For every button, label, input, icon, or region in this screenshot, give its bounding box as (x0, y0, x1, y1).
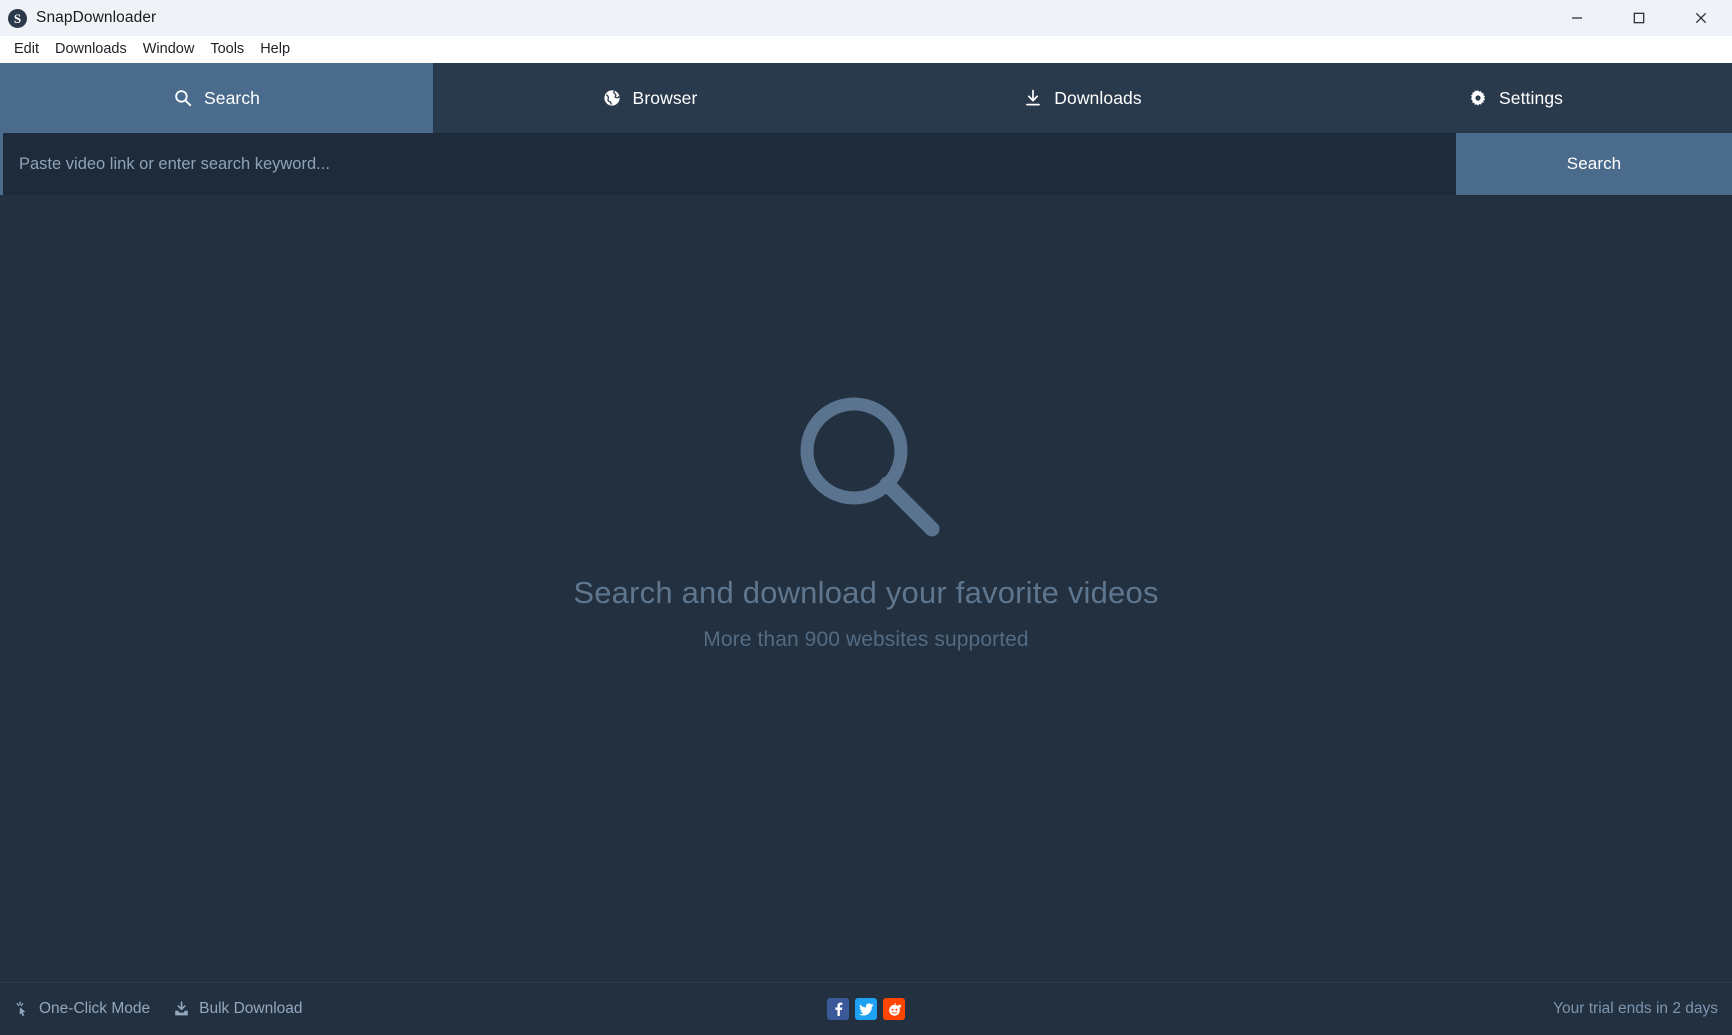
search-bar: Search (0, 133, 1732, 195)
tab-downloads-label: Downloads (1054, 87, 1142, 108)
status-bar: One-Click Mode Bulk Download Your trial … (0, 982, 1732, 1035)
menu-item-downloads[interactable]: Downloads (47, 39, 135, 60)
tab-downloads[interactable]: Downloads (866, 63, 1299, 133)
search-submit-button[interactable]: Search (1456, 133, 1732, 195)
menu-bar: Edit Downloads Window Tools Help (0, 36, 1732, 63)
globe-icon (602, 88, 622, 108)
menu-item-tools[interactable]: Tools (202, 39, 252, 60)
empty-state: Search and download your favorite videos… (0, 385, 1732, 652)
menu-item-window[interactable]: Window (135, 39, 203, 60)
main-content: Search and download your favorite videos… (0, 195, 1732, 982)
bulk-download-label: Bulk Download (199, 1000, 303, 1017)
tab-browser[interactable]: Browser (433, 63, 866, 133)
maximize-icon (1633, 12, 1645, 24)
reddit-icon[interactable] (883, 998, 905, 1020)
minimize-button[interactable] (1546, 0, 1608, 36)
search-icon (173, 88, 193, 108)
close-button[interactable] (1670, 0, 1732, 36)
one-click-mode-label: One-Click Mode (39, 1000, 151, 1017)
empty-state-title: Search and download your favorite videos (573, 575, 1159, 610)
facebook-icon[interactable] (827, 998, 849, 1020)
tab-browser-label: Browser (632, 87, 698, 108)
app-logo-icon: S (8, 8, 27, 28)
search-input[interactable] (3, 133, 1456, 195)
bulk-download-button[interactable]: Bulk Download (173, 1000, 303, 1018)
maximize-button[interactable] (1608, 0, 1670, 36)
tab-settings-label: Settings (1498, 87, 1564, 108)
menu-item-edit[interactable]: Edit (6, 39, 47, 60)
one-click-mode-button[interactable]: One-Click Mode (14, 1000, 150, 1018)
search-input-wrapper (0, 133, 1456, 195)
window-controls (1546, 0, 1732, 36)
social-links (827, 998, 905, 1020)
download-icon (1023, 88, 1043, 108)
gear-icon (1468, 88, 1488, 108)
tab-search-label: Search (203, 87, 261, 108)
app-window: S SnapDownloader Edit Downloads Window T… (0, 0, 1732, 1035)
bulk-download-icon (173, 1001, 190, 1017)
title-bar: S SnapDownloader (0, 0, 1732, 36)
trial-status-text: Your trial ends in 2 days (1553, 1000, 1718, 1017)
tab-bar: Search Browser Downloads Settings (0, 63, 1732, 133)
tab-search[interactable]: Search (0, 63, 433, 133)
tab-settings[interactable]: Settings (1299, 63, 1732, 133)
menu-item-help[interactable]: Help (252, 39, 298, 60)
twitter-icon[interactable] (855, 998, 877, 1020)
close-icon (1695, 12, 1707, 24)
minimize-icon (1571, 12, 1583, 24)
magnifier-icon (786, 385, 946, 545)
status-bar-left: One-Click Mode Bulk Download (14, 1000, 303, 1018)
cursor-click-icon (14, 1001, 30, 1017)
window-title: SnapDownloader (36, 9, 157, 26)
empty-state-subtitle: More than 900 websites supported (703, 628, 1029, 651)
